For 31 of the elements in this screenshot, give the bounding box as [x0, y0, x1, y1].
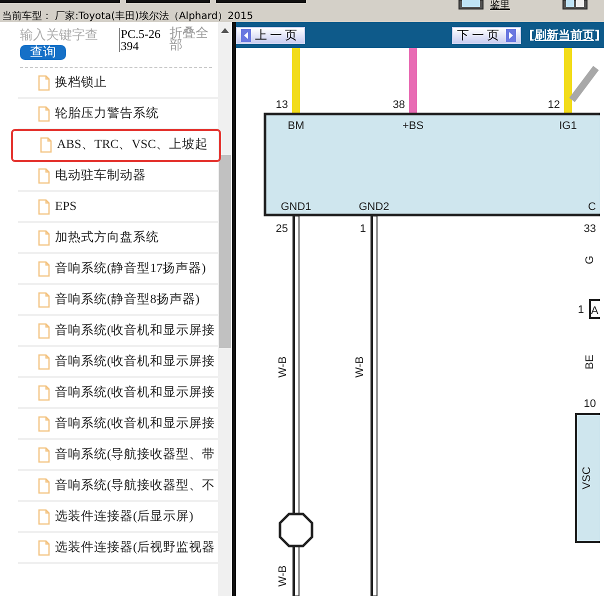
wire-label: BE: [584, 354, 596, 370]
module-label: VSC: [581, 466, 593, 490]
wire-label: W-B: [277, 565, 289, 587]
pin-number: 33: [584, 223, 596, 235]
code-text: PC.5-26394: [118, 28, 164, 52]
pin-number: 38: [392, 99, 405, 111]
pin-label: C: [588, 201, 596, 213]
wire-label: W-B: [354, 356, 366, 378]
pin-label: +BS: [402, 120, 424, 132]
wire-label: G: [584, 256, 596, 264]
vehicle-info: 当前车型： 厂家:Toyota(丰田)埃尔法（Alphard）2015: [1, 12, 254, 22]
search-button[interactable]: 查询: [20, 45, 66, 60]
next-page-button[interactable]: 下一页: [452, 26, 522, 44]
pin-number: 1: [578, 304, 584, 316]
pin-number: 10: [584, 398, 596, 410]
pin-label: BM: [288, 120, 304, 132]
pin-label: GND2: [358, 201, 390, 213]
pin-number: 13: [276, 99, 288, 111]
toolbar-label[interactable]: 鉴里: [490, 0, 510, 11]
pin-label: GND1: [280, 201, 312, 213]
pin-number: 1: [360, 223, 366, 235]
previous-page-button[interactable]: 上一页: [236, 26, 305, 44]
tree-item[interactable]: 电动驻车制动器: [18, 161, 218, 192]
pin-number: 25: [276, 223, 288, 235]
connector-label: A: [591, 305, 598, 317]
pin-number: 12: [548, 99, 560, 111]
search-field[interactable]: 输入关键字查: [20, 26, 100, 45]
tree-item[interactable]: ABS、TRC、VSC、上坡起: [12, 130, 220, 161]
wire-label: W-B: [277, 356, 289, 378]
pin-label: IG1: [559, 120, 577, 132]
refresh-link[interactable]: [刷新当前页]: [529, 26, 600, 44]
